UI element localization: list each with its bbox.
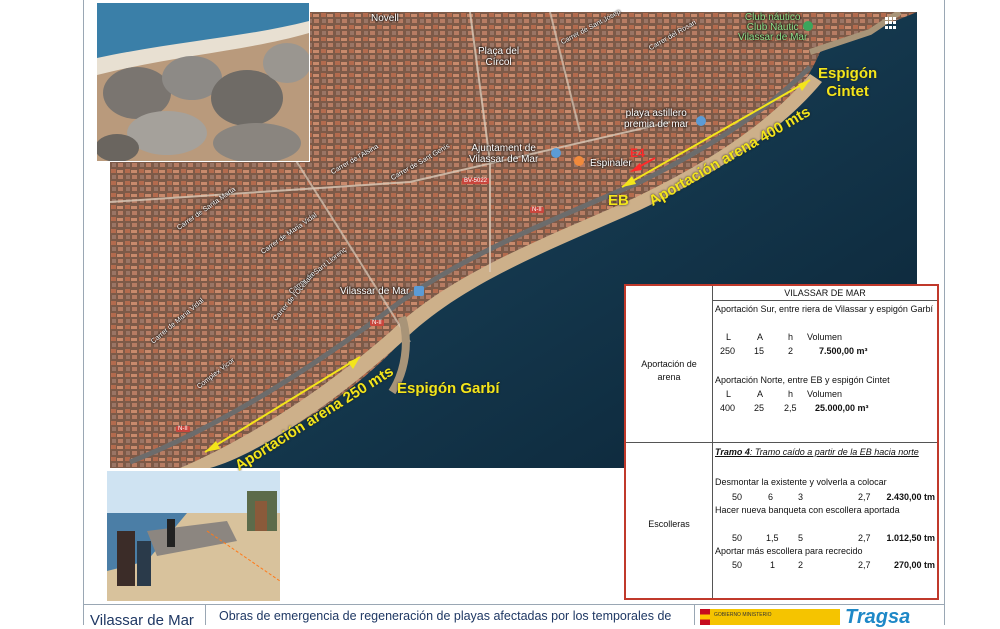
label-ajuntament: Ajuntament de Vilassar de Mar: [469, 143, 539, 165]
annotation-espigon-garbi: Espigón Garbí: [397, 380, 500, 397]
block-sur-col-h: h: [788, 332, 794, 342]
block-norte-val-a: 25: [754, 403, 765, 413]
photo-beach-works: [107, 471, 280, 601]
item-1-val-1: 6: [768, 492, 774, 502]
road-n2-c: N-II: [176, 426, 190, 432]
footer-title: Obras de emergencia de regeneración de p…: [219, 609, 672, 623]
block-norte-col-h: h: [788, 389, 794, 399]
item-3-val-2: 2: [798, 560, 804, 570]
annotation-eb: EB: [608, 192, 629, 209]
label-vilassar-station: Vilassar de Mar: [340, 286, 410, 297]
row-label-aportacion: Aportación de arena: [641, 359, 697, 382]
block-sur-heading: Aportación Sur, entre riera de Vilassar …: [715, 304, 933, 314]
block-sur-val-h: 2: [788, 346, 794, 356]
annotation-e4: E4: [630, 146, 645, 160]
road-bv5022: BV-5022: [462, 178, 490, 184]
footer-divider-2: [694, 604, 695, 625]
item-3-desc: Aportar más escollera para recrecido: [715, 546, 863, 556]
block-sur-col-l: L: [726, 332, 732, 342]
tragsa-logo: Tragsa: [845, 606, 911, 628]
table-row-divider: [626, 442, 937, 443]
block-sur-val-l: 250: [720, 346, 736, 356]
spain-flag-icon: [700, 609, 710, 625]
row-label-escolleras: Escolleras: [648, 519, 690, 529]
item-2-desc: Hacer nueva banqueta con escollera aport…: [715, 505, 900, 515]
apps-grid-icon[interactable]: [885, 17, 897, 29]
tramo-desc: : Tramo caído a partir de la EB hacia no…: [749, 447, 919, 457]
label-club-nautico: Club náutico Club Náutic Vilassar de Mar: [738, 12, 808, 43]
block-norte-col-a: A: [757, 389, 764, 399]
footer-divider-1: [205, 604, 206, 625]
item-1-desc: Desmontar la existente y volverla a colo…: [715, 477, 887, 487]
label-placa-del-circol: Plaça del Círcol: [478, 46, 520, 68]
road-n2-a: N-II: [530, 207, 544, 213]
item-2-val-3: 2,7: [858, 533, 871, 543]
photo-breakwater-rocks: [96, 2, 310, 162]
item-2-val-4: 1.012,50 tm: [886, 533, 935, 543]
block-norte-col-l: L: [726, 389, 732, 399]
item-2-val-0: 50: [732, 533, 743, 543]
item-3-val-3: 2,7: [858, 560, 871, 570]
item-2-val-2: 5: [798, 533, 804, 543]
item-3-val-4: 270,00 tm: [893, 560, 935, 570]
block-sur-val-vol: 7.500,00 m³: [819, 346, 868, 356]
label-espinaler: Espinaler: [590, 158, 632, 169]
block-sur-col-a: A: [757, 332, 764, 342]
block-norte-val-h: 2,5: [784, 403, 797, 413]
label-novell: Novell: [371, 13, 399, 24]
item-1-val-2: 3: [798, 492, 804, 502]
tramo-heading: Tramo 4: Tramo caído a partir de la EB h…: [715, 447, 919, 457]
gobierno-logo-text: GOBIERNO MINISTERIO: [714, 612, 772, 618]
block-sur-col-vol: Volumen: [807, 332, 843, 342]
footer-rule: [83, 604, 945, 605]
block-norte-val-vol: 25.000,00 m³: [815, 403, 869, 413]
block-norte-val-l: 400: [720, 403, 736, 413]
item-1-val-3: 2,7: [858, 492, 871, 502]
item-3-val-0: 50: [732, 560, 743, 570]
gobierno-logo: GOBIERNO MINISTERIO: [700, 609, 840, 625]
item-1-val-0: 50: [732, 492, 743, 502]
label-playa-astillero: playa astillero premia de mar: [624, 108, 689, 130]
item-1-val-4: 2.430,00 tm: [886, 492, 935, 502]
footer-location: Vilassar de Mar: [90, 612, 194, 629]
item-3-val-1: 1: [770, 560, 776, 570]
road-n2-b: N-II: [370, 320, 384, 326]
block-norte-heading: Aportación Norte, entre EB y espigón Cin…: [715, 375, 890, 385]
item-2-val-1: 1,5: [766, 533, 779, 543]
table-title: VILASSAR DE MAR: [713, 286, 937, 301]
block-norte-col-vol: Volumen: [807, 389, 843, 399]
block-sur-val-a: 15: [754, 346, 765, 356]
annotation-espigon-cintet: Espigón Cintet: [818, 65, 878, 100]
tramo-title: Tramo 4: [715, 447, 750, 457]
works-table: VILASSAR DE MAR Aportación de arena Apor…: [624, 284, 939, 600]
